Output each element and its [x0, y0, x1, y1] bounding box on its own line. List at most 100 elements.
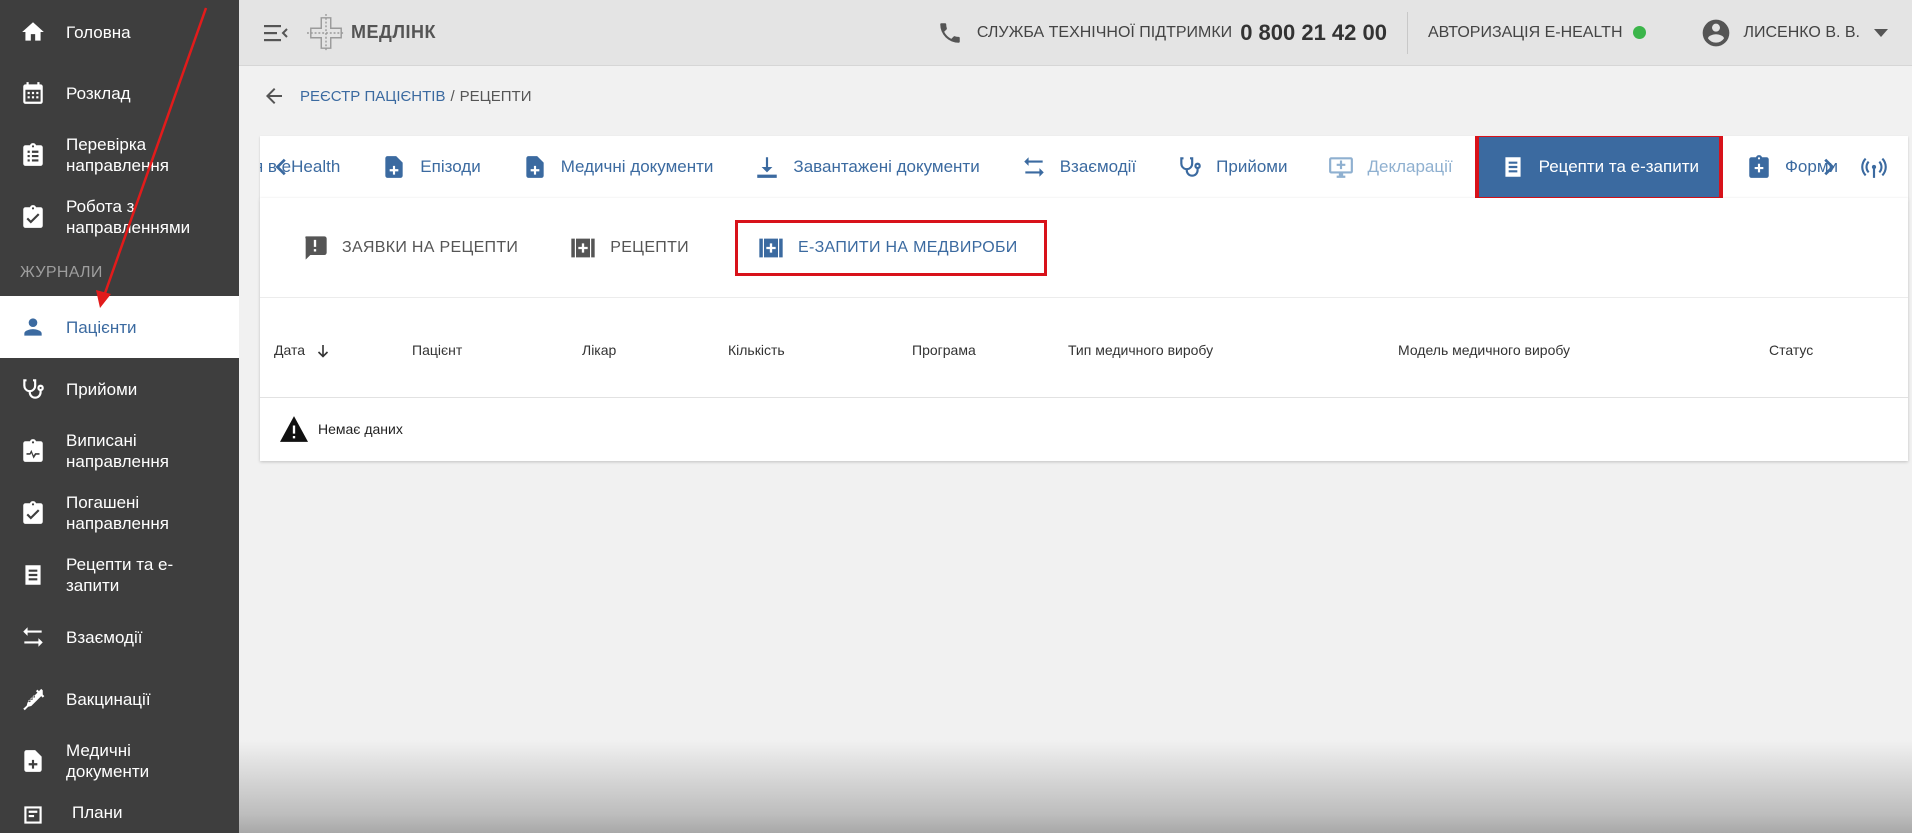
- subtab-prescription-requests[interactable]: ЗАЯВКИ НА РЕЦЕПТИ: [300, 220, 530, 276]
- table-header: Дата Пацієнт Лікар Кількість Програма Ти…: [260, 298, 1908, 398]
- app-logo[interactable]: МЕДЛІНК: [307, 13, 436, 52]
- clipboard-pulse-icon: [20, 438, 46, 464]
- tabs-scroll-right-icon[interactable]: [1816, 136, 1840, 198]
- sidebar-item-check-referral[interactable]: Перевірка направлення: [0, 124, 239, 186]
- medkit-icon: [756, 233, 786, 263]
- sidebar-item-label: Плани: [72, 803, 123, 822]
- medical-file-icon: [20, 748, 46, 774]
- sidebar-item-schedule[interactable]: Розклад: [0, 62, 239, 124]
- breadcrumb-parent[interactable]: РЕЄСТР ПАЦІЄНТІВ: [300, 88, 445, 105]
- sidebar-item-home[interactable]: Головна: [0, 2, 239, 62]
- tab-signal[interactable]: [1858, 136, 1908, 198]
- home-icon: [20, 19, 46, 45]
- breadcrumb-separator: /: [450, 87, 455, 105]
- subtab-prescriptions[interactable]: РЕЦЕПТИ: [568, 220, 701, 276]
- sidebar-item-label: Виписані направлення: [66, 431, 169, 471]
- subtab-label: Е-ЗАПИТИ НА МЕДВИРОБИ: [797, 238, 1018, 256]
- tab-label: Взаємодії: [1059, 157, 1137, 176]
- sidebar-item-label: Погашені направлення: [66, 493, 169, 533]
- prescriptions-panel: ЗАЯВКИ НА РЕЦЕПТИ РЕЦЕПТИ Е-ЗАПИТИ НА МЕ…: [260, 198, 1908, 461]
- breadcrumb: РЕЄСТР ПАЦІЄНТІВ / РЕЦЕПТИ: [262, 84, 531, 108]
- patient-tabs: я в eHealth Епізоди Медичні документи За…: [260, 136, 1908, 198]
- sidebar-item-label: Прийоми: [66, 379, 138, 399]
- tab-interactions[interactable]: Взаємодії: [1000, 136, 1156, 198]
- column-date[interactable]: Дата: [274, 342, 329, 358]
- column-program[interactable]: Програма: [912, 342, 976, 358]
- menu-collapse-icon[interactable]: [263, 20, 289, 46]
- antenna-icon: [1860, 153, 1888, 181]
- sidebar-item-label: Робота з направленнями: [66, 197, 191, 237]
- file-plus-icon: [380, 153, 408, 181]
- bottom-fade: [239, 740, 1912, 833]
- tab-label: Завантажені документи: [793, 157, 980, 176]
- sidebar-item-appointments[interactable]: Прийоми: [0, 358, 239, 420]
- ehealth-label: АВТОРИЗАЦІЯ E-HEALTH: [1428, 23, 1623, 41]
- sort-arrow-down-icon[interactable]: [317, 344, 329, 358]
- swap-arrows-icon: [20, 624, 46, 650]
- support-phone: 0 800 21 42 00: [1240, 19, 1387, 45]
- column-doctor[interactable]: Лікар: [582, 342, 616, 358]
- avatar-icon: [1702, 19, 1729, 46]
- sidebar: Головна Розклад Перевірка направлення Ро…: [0, 0, 239, 833]
- sidebar-item-label: Взаємодії: [66, 627, 143, 647]
- subtab-medical-device-requests[interactable]: Е-ЗАПИТИ НА МЕДВИРОБИ: [734, 219, 1047, 276]
- divider: [1407, 11, 1408, 54]
- sidebar-item-issued-referrals[interactable]: Виписані направлення: [0, 420, 239, 482]
- phone-icon: [940, 22, 960, 43]
- tab-declarations[interactable]: Декларації: [1307, 136, 1472, 198]
- sidebar-item-medical-docs[interactable]: Медичні документи: [0, 730, 239, 792]
- column-status[interactable]: Статус: [1769, 342, 1813, 358]
- clipboard-check-icon: [20, 204, 46, 230]
- clipboard-check-icon: [20, 500, 46, 526]
- stethoscope-icon: [1176, 153, 1204, 181]
- stethoscope-icon: [20, 376, 46, 402]
- support-label: СЛУЖБА ТЕХНІЧНОЇ ПІДТРИМКИ: [976, 23, 1233, 41]
- tab-appointments[interactable]: Прийоми: [1156, 136, 1307, 198]
- clipboard-list-icon: [20, 142, 46, 168]
- user-menu[interactable]: ЛИСЕНКО В. В.: [1700, 17, 1888, 49]
- column-device-model[interactable]: Модель медичного виробу: [1398, 342, 1570, 358]
- sidebar-item-label: Пацієнти: [66, 317, 137, 337]
- swap-arrows-icon: [1020, 153, 1048, 181]
- tab-medical-docs[interactable]: Медичні документи: [501, 136, 734, 198]
- column-quantity[interactable]: Кількість: [728, 342, 785, 358]
- tab-label: Прийоми: [1216, 157, 1288, 176]
- exclamation-box-icon: [300, 233, 330, 263]
- clipboard-plus-icon: [1745, 153, 1773, 181]
- chevron-down-icon: [1874, 28, 1888, 37]
- sidebar-item-label: Головна: [66, 22, 131, 42]
- tab-label: Епізоди: [420, 157, 481, 176]
- back-arrow-icon[interactable]: [262, 84, 286, 108]
- tab-prescriptions[interactable]: Рецепти та е-запити: [1474, 136, 1724, 198]
- sidebar-item-interactions[interactable]: Взаємодії: [0, 606, 239, 668]
- tabs-scroll-left-icon[interactable]: [270, 136, 294, 198]
- tab-label: Медичні документи: [560, 157, 714, 176]
- medlink-logo-icon: [307, 13, 345, 52]
- column-device-type[interactable]: Тип медичного виробу: [1068, 342, 1213, 358]
- sidebar-item-label: Перевірка направлення: [66, 135, 169, 175]
- subtab-label: ЗАЯВКИ НА РЕЦЕПТИ: [342, 238, 519, 256]
- sidebar-item-vaccinations[interactable]: Вакцинації: [0, 668, 239, 730]
- tab-episodes[interactable]: Епізоди: [360, 136, 500, 198]
- support-info: СЛУЖБА ТЕХНІЧНОЇ ПІДТРИМКИ 0 800 21 42 0…: [937, 20, 1387, 46]
- ehealth-status-indicator: [1632, 26, 1646, 39]
- file-plus-icon: [521, 153, 549, 181]
- warning-icon: [280, 416, 308, 442]
- sidebar-item-patients[interactable]: Пацієнти: [0, 296, 239, 358]
- sidebar-item-plans[interactable]: Плани: [0, 792, 239, 833]
- empty-state-text: Немає даних: [318, 421, 403, 437]
- top-bar: МЕДЛІНК СЛУЖБА ТЕХНІЧНОЇ ПІДТРИМКИ 0 800…: [239, 0, 1912, 66]
- column-patient[interactable]: Пацієнт: [412, 342, 462, 358]
- sidebar-item-label: Медичні документи: [66, 741, 150, 781]
- brand-name: МЕДЛІНК: [351, 22, 436, 42]
- sidebar-item-referrals-work[interactable]: Робота з направленнями: [0, 186, 239, 248]
- ehealth-auth[interactable]: АВТОРИЗАЦІЯ E-HEALTH: [1428, 24, 1646, 42]
- tab-downloaded-docs[interactable]: Завантажені документи: [733, 136, 999, 198]
- subtabs: ЗАЯВКИ НА РЕЦЕПТИ РЕЦЕПТИ Е-ЗАПИТИ НА МЕ…: [260, 198, 1908, 298]
- sidebar-item-prescriptions[interactable]: Рецепти та е-запити: [0, 544, 239, 606]
- sidebar-item-redeemed-referrals[interactable]: Погашені направлення: [0, 482, 239, 544]
- tab-label: Декларації: [1367, 157, 1453, 176]
- empty-state: Немає даних: [260, 398, 1908, 460]
- user-name: ЛИСЕНКО В. В.: [1743, 23, 1861, 41]
- medkit-icon: [568, 233, 598, 263]
